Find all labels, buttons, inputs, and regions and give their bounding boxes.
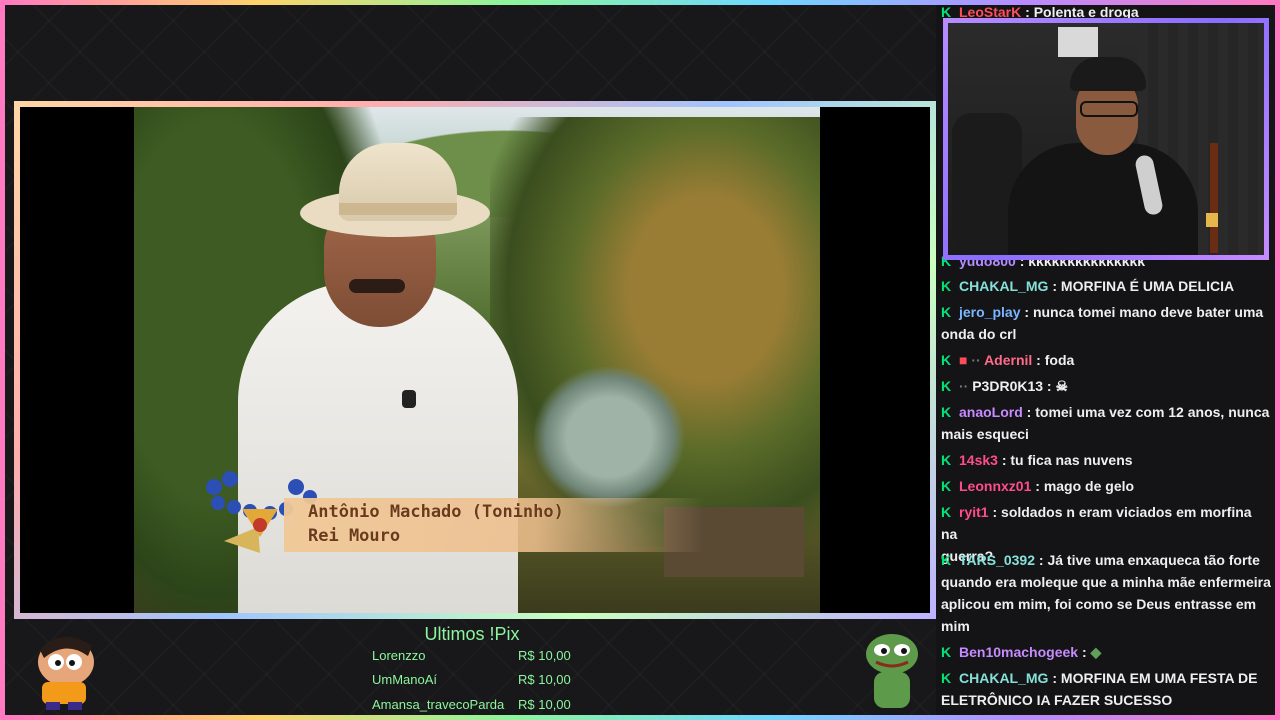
chat-username[interactable]: TARS_0392 [959,552,1035,568]
chat-message: K TARS_0392 : Já tive uma enxaqueca tão f… [941,549,1271,637]
chat-username[interactable]: CHAKAL_MG [959,278,1048,294]
pix-amount: R$ 10,00 [518,648,571,663]
pix-amount: R$ 10,00 [518,672,571,687]
frog-emote-icon: ◆ [1090,644,1102,660]
cube-badge-icon: ■ [959,352,968,368]
chat-text: MORFINA É UMA DELICIA [1060,278,1235,294]
chat-text: onda do crl [941,326,1017,342]
chat-message: K CHAKAL_MG : MORFINA É UMA DELICIA [941,275,1271,297]
pix-donor: Lorenzzo [372,648,426,663]
chat-text: tomei uma vez com 12 anos, nunca [1035,404,1270,420]
wall-poster [1058,27,1098,57]
chat-message: K Leonnxz01 : mago de gelo [941,475,1271,497]
k-badge-icon: K [941,378,952,394]
chat-username[interactable]: jero_play [959,304,1020,320]
cartoon-mascot-icon [38,636,94,710]
k-badge-icon: K [941,304,952,320]
streamer-body [1008,143,1198,255]
k-badge-icon: K [941,478,952,494]
chat-text: Já tive uma enxaqueca tão forte [1047,552,1260,568]
dots-badge-icon: ·· [971,352,981,368]
chat-text: aplicou em mim, foi como se Deus entrass… [941,596,1257,612]
chat-message: K ■ ·· Adernil : foda [941,349,1271,371]
k-badge-icon: K [941,404,952,420]
chat-username[interactable]: 14sk3 [959,452,998,468]
skull-emote-icon: ☠ [1055,378,1069,394]
k-badge-icon: K [941,352,952,368]
pix-title: Ultimos !Pix [424,624,520,644]
pepe-frog-icon [866,634,918,708]
chat-message: K CHAKAL_MG : MORFINA EM UMA FESTA DE ELET… [941,667,1271,711]
hat-band [339,203,457,215]
man-shirt [238,282,518,613]
lower-third-caption: Antônio Machado (Toninho) Rei Mouro [284,498,704,552]
chat-text: quando era moleque que a minha mãe enfer… [941,574,1271,590]
chat-message: Kjero_play : nunca tomei mano deve bater… [941,301,1271,345]
chat-username[interactable]: ryit1 [959,504,989,520]
lavalier-mic [402,390,416,408]
streamer-cap [1070,57,1146,91]
k-badge-icon: K [941,552,952,568]
scene-river [534,367,684,507]
chat-text: mais esqueci [941,426,1029,442]
chat-text: MORFINA EM UMA FESTA DE [1060,670,1258,686]
chat-username[interactable]: Adernil [984,352,1032,368]
chat-message: K 14sk3 : tu fica nas nuvens [941,449,1271,471]
streamer-glasses [1080,101,1138,117]
chat-username[interactable]: CHAKAL_MG [959,670,1048,686]
dots-badge-icon: ·· [959,378,969,394]
light-tip [1206,213,1218,227]
pix-donor: Amansa_travecoParda [372,697,505,712]
k-badge-icon: K [941,670,952,686]
chat-message: KanaoLord : tomei uma vez com 12 anos, n… [941,401,1271,445]
light-stand [1210,143,1218,253]
man-mustache [349,279,405,293]
k-badge-icon: K [941,278,952,294]
chat-text: mim [941,618,970,634]
chat-text: foda [1044,352,1075,368]
chat-text: tu fica nas nuvens [1010,452,1133,468]
pix-amount: R$ 10,00 [518,697,571,712]
chat-username[interactable]: P3DR0K13 [972,378,1043,394]
k-badge-icon: K [941,452,952,468]
chat-username[interactable]: Ben10machogeek [959,644,1078,660]
video-player[interactable]: Antônio Machado (Toninho) Rei Mouro [20,107,930,613]
chat-text: nunca tomei mano deve bater uma [1032,304,1264,320]
webcam-frame [943,18,1269,260]
caption-role: Rei Mouro [308,526,401,546]
pix-donor: UmManoAí [372,672,438,687]
caption-name: Antônio Machado (Toninho) [308,502,564,522]
chat-text: ELETRÔNICO IA FAZER SUCESSO [941,692,1173,708]
chat-message: K Ben10machogeek : ◆ [941,641,1271,663]
chat-username[interactable]: anaoLord [959,404,1023,420]
k-badge-icon: K [941,644,952,660]
chat-username[interactable]: Leonnxz01 [959,478,1031,494]
k-badge-icon: K [941,504,952,520]
chat-message: K ·· P3DR0K13 : ☠ [941,375,1271,397]
chat-text: mago de gelo [1043,478,1135,494]
